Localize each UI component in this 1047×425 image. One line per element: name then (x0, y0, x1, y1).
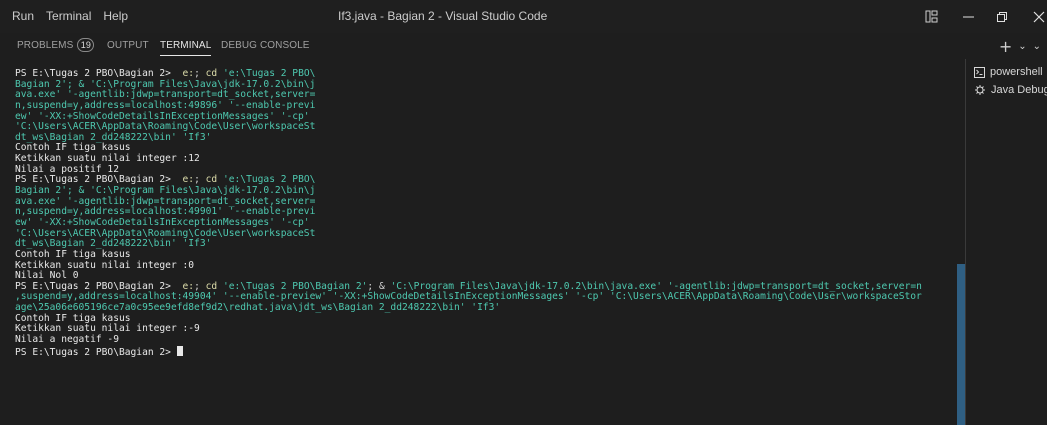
terminal-line: Ketikkan suatu nilai integer :-9 (15, 323, 200, 335)
terminal-line: dt_ws\Bagian 2_dd248222\bin' 'If3' (15, 131, 212, 143)
terminal-item-label: powershell (990, 66, 1043, 78)
new-terminal-button[interactable]: + (999, 37, 1012, 56)
restore-button[interactable] (982, 0, 1022, 33)
terminal-output[interactable]: PS E:\Tugas 2 PBO\Bagian 2> e:; cd 'e:\T… (0, 59, 958, 425)
problems-count-badge: 19 (77, 38, 95, 53)
terminal-cursor (176, 345, 183, 356)
powershell-icon (974, 66, 985, 78)
menu-run[interactable]: Run (6, 0, 40, 33)
menu-help[interactable]: Help (97, 0, 134, 33)
tab-terminal-label: TERMINAL (160, 40, 212, 51)
new-terminal-dropdown-icon[interactable]: ⌄ (1018, 41, 1026, 52)
panel-actions: + ⌄ ⌄ (999, 33, 1047, 59)
terminal-line: dt_ws\Bagian 2_dd248222\bin' 'If3' (15, 238, 212, 250)
java-debug-icon (975, 85, 985, 95)
restore-icon (997, 11, 1007, 22)
terminal-line: Ketikkan suatu nilai integer :12 (15, 153, 200, 165)
terminal-item-label: Java Debug (991, 84, 1047, 96)
menu-bar: Run Terminal Help (0, 0, 134, 33)
minimize-icon (962, 16, 974, 17)
tab-output[interactable]: OUTPUT (107, 33, 149, 59)
tab-output-label: OUTPUT (107, 40, 149, 51)
tab-debug-console-label: DEBUG CONSOLE (221, 40, 310, 51)
terminal-line: Ketikkan suatu nilai integer :0 (15, 259, 195, 271)
terminal-line: age\25a06e605196ce7a0c95ee9efd8ef9d2\red… (15, 302, 501, 314)
terminal-list: powershell Java Debug (965, 59, 1047, 425)
window-title: If3.java - Bagian 2 - Visual Studio Code (338, 9, 548, 23)
tab-debug-console[interactable]: DEBUG CONSOLE (221, 33, 310, 59)
menu-terminal[interactable]: Terminal (40, 0, 97, 33)
terminal-item-powershell[interactable]: powershell (974, 63, 1043, 81)
panel-more-chevron-icon[interactable]: ⌄ (1033, 41, 1041, 52)
tab-terminal[interactable]: TERMINAL (160, 33, 212, 59)
terminal-line: PS E:\Tugas 2 PBO\Bagian 2> (15, 345, 958, 357)
close-button[interactable] (1019, 0, 1047, 33)
panel-tab-bar: PROBLEMS 19 OUTPUT TERMINAL DEBUG CONSOLE (0, 33, 1047, 59)
tab-problems[interactable]: PROBLEMS 19 (17, 33, 95, 59)
close-icon (1033, 11, 1045, 22)
terminal-scrollbar[interactable] (957, 59, 965, 425)
customize-layout-icon[interactable] (925, 10, 938, 23)
scrollbar-thumb[interactable] (957, 264, 965, 425)
terminal-item-java-debug[interactable]: Java Debug (974, 81, 1047, 99)
tab-problems-label: PROBLEMS (17, 40, 74, 51)
terminal-line: Nilai a negatif -9 (15, 334, 119, 346)
title-bar: Run Terminal Help If3.java - Bagian 2 - … (0, 0, 1047, 33)
